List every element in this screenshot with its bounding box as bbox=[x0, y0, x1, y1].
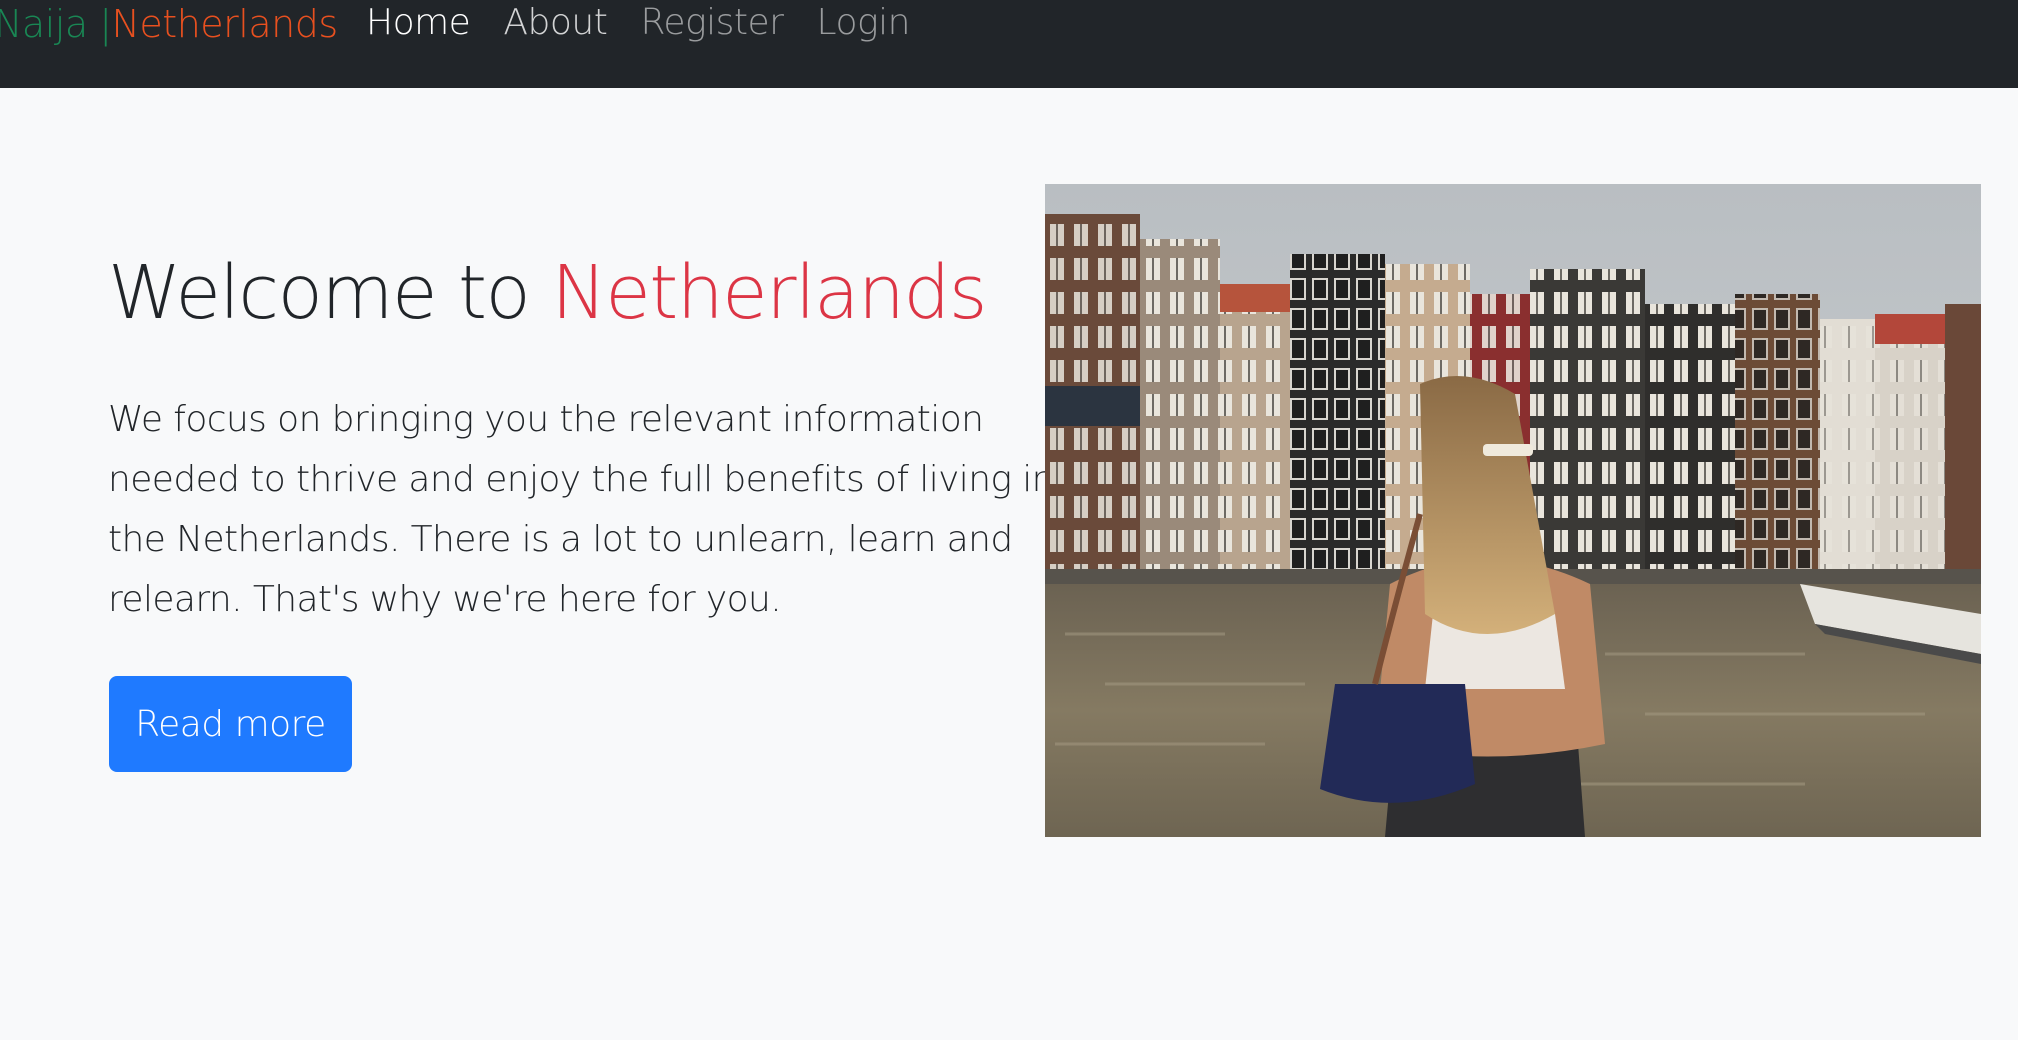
hero-image bbox=[1045, 184, 1981, 837]
nav-links: Home About Register Login bbox=[366, 2, 938, 43]
brand-part-naija: Naija | bbox=[0, 2, 112, 46]
nav-login[interactable]: Login bbox=[817, 2, 911, 43]
hero-title-accent: Netherlands bbox=[551, 250, 987, 336]
brand-logo[interactable]: Naija |Netherlands bbox=[0, 2, 338, 46]
hero-title: Welcome to Netherlands bbox=[108, 250, 987, 336]
hero-description: We focus on bringing you the relevant in… bbox=[108, 399, 1054, 620]
nav-register[interactable]: Register bbox=[640, 2, 783, 43]
top-navbar: Naija |Netherlands Home About Register L… bbox=[0, 0, 2018, 88]
read-more-button[interactable]: Read more bbox=[109, 676, 352, 772]
nav-about[interactable]: About bbox=[503, 2, 607, 43]
hero-title-prefix: Welcome to bbox=[108, 250, 531, 336]
nav-home[interactable]: Home bbox=[366, 2, 471, 43]
brand-part-netherlands: Netherlands bbox=[111, 2, 339, 46]
